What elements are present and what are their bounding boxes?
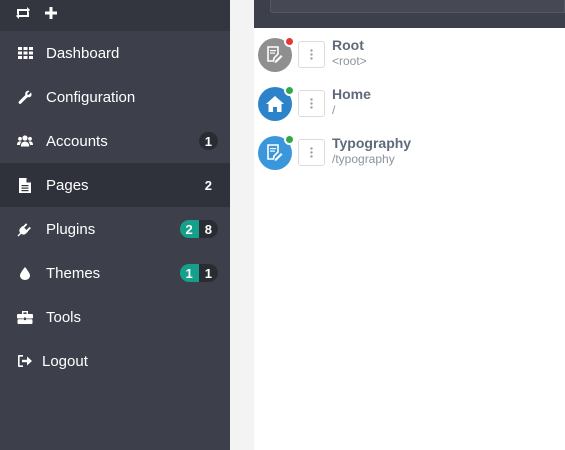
- sidebar-item-pages[interactable]: Pages 2: [0, 163, 230, 207]
- plugins-count-badge: 8: [198, 220, 218, 238]
- pages-panel: Root <root> Home / Typography /typograph…: [254, 0, 565, 450]
- sidebar-toolbar: [0, 0, 230, 31]
- sidebar-item-configuration[interactable]: Configuration: [0, 75, 230, 119]
- grid-icon: [17, 45, 33, 61]
- plugins-updates-badge: 2: [179, 220, 199, 238]
- status-published-dot: [284, 85, 295, 96]
- gutter: [230, 0, 254, 450]
- page-row-home[interactable]: Home /: [258, 85, 371, 127]
- drag-handle[interactable]: [298, 90, 325, 117]
- filter-field[interactable]: [270, 0, 565, 13]
- users-icon: [17, 133, 33, 149]
- drag-handle[interactable]: [298, 41, 325, 68]
- sidebar-item-accounts[interactable]: Accounts 1: [0, 119, 230, 163]
- page-edit-icon[interactable]: [258, 134, 295, 170]
- sidebar-item-dashboard[interactable]: Dashboard: [0, 31, 230, 75]
- refresh-icon[interactable]: [16, 6, 30, 20]
- page-info: Home /: [332, 86, 371, 118]
- wrench-icon: [17, 89, 33, 105]
- sidebar: Dashboard Configuration Accounts 1 Pages…: [0, 0, 230, 450]
- page-info: Root <root>: [332, 37, 367, 69]
- sidebar-item-label: Tools: [46, 308, 82, 326]
- pages-count-badge: 2: [204, 177, 212, 193]
- page-route: <root>: [332, 54, 367, 68]
- page-title[interactable]: Root: [332, 37, 367, 54]
- page-row-root[interactable]: Root <root>: [258, 36, 367, 78]
- page-row-typography[interactable]: Typography /typography: [258, 134, 411, 176]
- status-published-dot: [284, 134, 295, 145]
- panel-header: [254, 0, 565, 28]
- pages-badges: 2: [199, 176, 218, 194]
- accounts-badges: 1: [198, 132, 218, 150]
- plug-icon: [17, 221, 33, 237]
- file-icon: [17, 177, 33, 193]
- accounts-count-badge: 1: [198, 132, 218, 150]
- page-edit-icon[interactable]: [258, 36, 295, 72]
- sidebar-item-label: Configuration: [46, 88, 136, 106]
- drag-handle[interactable]: [298, 139, 325, 166]
- plus-icon[interactable]: [44, 6, 58, 20]
- themes-badges: 1 1: [179, 264, 218, 282]
- sidebar-item-logout[interactable]: Logout: [0, 339, 230, 383]
- briefcase-icon: [17, 309, 33, 325]
- plugins-badges: 2 8: [179, 220, 218, 238]
- sidebar-item-tools[interactable]: Tools: [0, 295, 230, 339]
- sidebar-item-themes[interactable]: Themes 1 1: [0, 251, 230, 295]
- themes-count-badge: 1: [198, 264, 218, 282]
- page-title[interactable]: Typography: [332, 135, 411, 152]
- sidebar-item-label: Dashboard: [46, 44, 120, 62]
- page-route: /: [332, 103, 336, 117]
- sign-out-icon: [17, 353, 33, 369]
- themes-updates-badge: 1: [179, 264, 199, 282]
- sidebar-item-plugins[interactable]: Plugins 2 8: [0, 207, 230, 251]
- page-info: Typography /typography: [332, 135, 411, 167]
- page-title[interactable]: Home: [332, 86, 371, 103]
- home-icon[interactable]: [258, 85, 295, 121]
- page-route: /typography: [332, 152, 395, 166]
- droplet-icon: [17, 265, 33, 281]
- sidebar-item-label: Logout: [42, 352, 88, 370]
- status-unpublished-dot: [284, 36, 295, 47]
